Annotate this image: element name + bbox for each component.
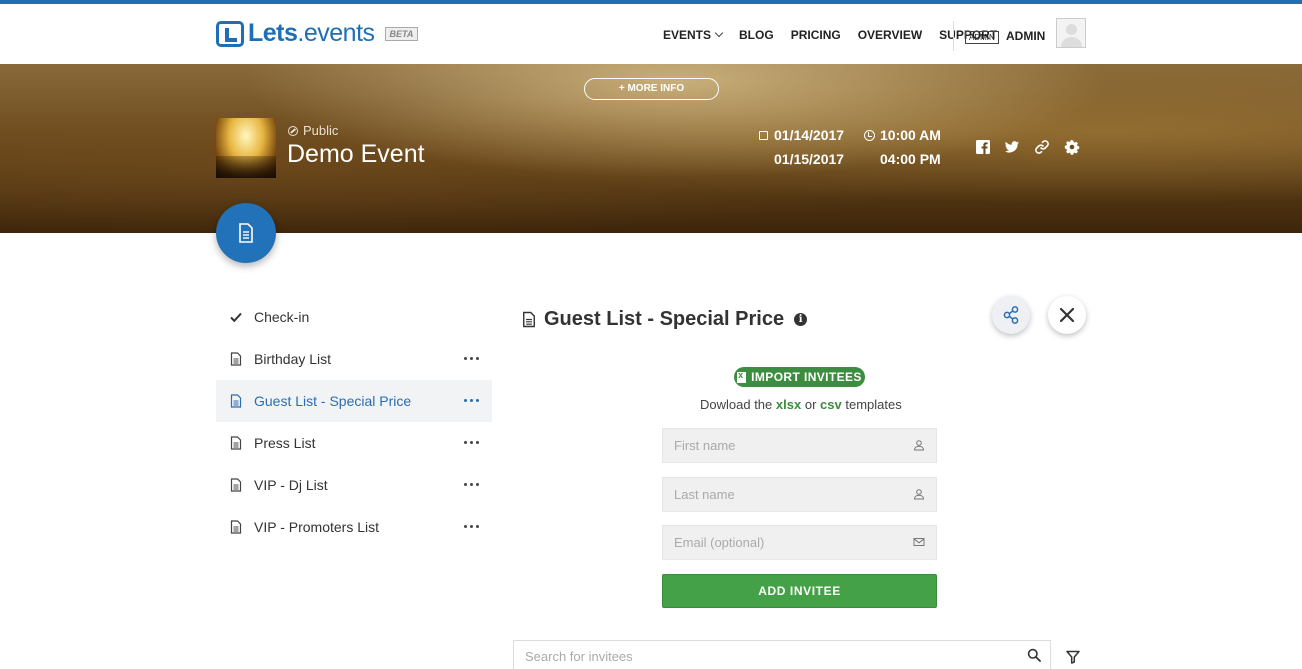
filter-icon[interactable] — [1066, 650, 1080, 664]
import-invitees-button[interactable]: IMPORT INVITEES — [734, 367, 865, 387]
download-templates-text: Dowload the xlsx or csv templates — [700, 397, 902, 412]
beta-badge: BETA — [384, 26, 419, 41]
first-name-field[interactable] — [662, 428, 937, 463]
admin-badge: ADMIN — [965, 31, 999, 44]
nav-pricing[interactable]: PRICING — [791, 28, 841, 42]
gear-icon[interactable] — [1064, 139, 1080, 155]
user-icon — [913, 489, 925, 500]
facebook-icon[interactable] — [975, 139, 991, 155]
event-banner: + MORE INFO Public Demo Event 01/14/2017… — [0, 64, 1302, 233]
clock-icon — [864, 130, 875, 141]
start-time: 10:00 AM — [880, 127, 941, 143]
sidebar-item-press-list[interactable]: Press List — [216, 422, 492, 464]
download-csv-link[interactable]: csv — [820, 397, 842, 412]
last-name-field[interactable] — [662, 477, 937, 512]
event-document-button[interactable] — [216, 203, 276, 263]
event-title: Demo Event — [287, 140, 425, 168]
nav-divider — [953, 21, 954, 51]
nav-overview[interactable]: OVERVIEW — [858, 28, 922, 42]
page-title: Guest List - Special Price — [544, 308, 785, 330]
document-icon — [230, 520, 242, 534]
add-invitee-button[interactable]: ADD INVITEE — [662, 574, 937, 608]
sidebar-item-check-in[interactable]: Check-in — [216, 296, 492, 338]
document-icon — [230, 352, 242, 366]
check-icon — [230, 312, 242, 323]
logo-mark-icon — [216, 20, 244, 47]
search-icon[interactable] — [1027, 648, 1041, 662]
guest-lists-sidebar: Check-in Birthday List Guest List - Spec… — [216, 296, 492, 548]
share-icon — [1003, 306, 1019, 324]
logo-text: Lets.events — [248, 19, 375, 47]
email-field[interactable] — [662, 525, 937, 560]
globe-icon — [288, 125, 298, 136]
end-time: 04:00 PM — [880, 151, 941, 167]
document-icon — [230, 436, 242, 450]
document-icon — [523, 311, 535, 328]
more-options-icon[interactable] — [464, 399, 479, 402]
main-nav: EVENTS BLOG PRICING OVERVIEW SUPPORT — [663, 28, 1014, 42]
excel-file-icon — [737, 370, 747, 383]
envelope-icon — [913, 538, 925, 546]
chevron-down-icon — [714, 28, 724, 38]
more-info-button[interactable]: + MORE INFO — [584, 78, 719, 100]
sidebar-item-guest-list-special-price[interactable]: Guest List - Special Price — [216, 380, 492, 422]
logo[interactable]: Lets.events BETA — [216, 19, 419, 48]
info-icon[interactable]: i — [794, 313, 808, 326]
calendar-icon — [759, 131, 768, 140]
more-options-icon[interactable] — [464, 483, 479, 486]
sidebar-item-vip-dj-list[interactable]: VIP - Dj List — [216, 464, 492, 506]
nav-events[interactable]: EVENTS — [663, 28, 724, 42]
event-visibility: Public — [288, 123, 338, 138]
document-icon — [239, 223, 253, 243]
sidebar-item-vip-promoters-list[interactable]: VIP - Promoters List — [216, 506, 492, 548]
avatar[interactable] — [1056, 18, 1086, 48]
user-name[interactable]: ADMIN — [1006, 29, 1045, 43]
more-options-icon[interactable] — [464, 525, 479, 528]
share-button[interactable] — [992, 296, 1030, 334]
app-header: Lets.events BETA EVENTS BLOG PRICING OVE… — [0, 4, 1302, 64]
search-invitees-input[interactable] — [513, 640, 1051, 669]
twitter-icon[interactable] — [1004, 139, 1020, 155]
start-date: 01/14/2017 — [774, 127, 845, 143]
document-icon — [230, 394, 242, 408]
download-xlsx-link[interactable]: xlsx — [776, 397, 801, 412]
more-options-icon[interactable] — [464, 441, 479, 444]
list-title: Guest List - Special Price i — [522, 308, 808, 331]
user-icon — [913, 440, 925, 451]
sidebar-item-birthday-list[interactable]: Birthday List — [216, 338, 492, 380]
nav-blog[interactable]: BLOG — [739, 28, 774, 42]
more-options-icon[interactable] — [464, 357, 479, 360]
event-thumbnail — [216, 118, 276, 178]
close-button[interactable] — [1048, 296, 1086, 334]
link-icon[interactable] — [1034, 139, 1050, 155]
document-icon — [230, 478, 242, 492]
close-icon — [1059, 307, 1075, 323]
end-date: 01/15/2017 — [774, 151, 845, 167]
